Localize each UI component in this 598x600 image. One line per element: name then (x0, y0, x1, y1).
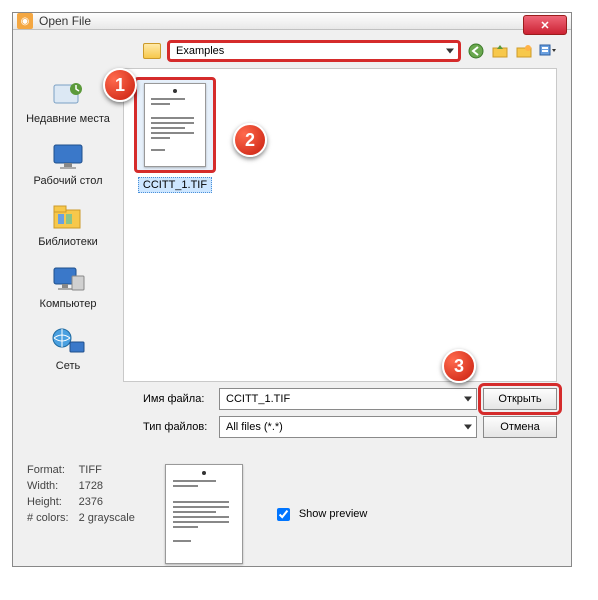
chevron-down-icon (464, 425, 472, 430)
file-thumbnail (134, 77, 216, 173)
meta-width-value: 1728 (79, 480, 135, 492)
places-label: Компьютер (40, 298, 97, 311)
cancel-button[interactable]: Отмена (483, 416, 557, 438)
filename-input[interactable]: CCITT_1.TIF (219, 388, 477, 410)
window-close-button[interactable]: ✕ (523, 15, 567, 35)
meta-width-label: Width: (27, 480, 69, 492)
meta-height-label: Height: (27, 496, 69, 508)
file-metadata: Format: TIFF Width: 1728 Height: 2376 # … (27, 464, 135, 524)
open-button-label: Открыть (498, 393, 541, 405)
titlebar: ◉ Open File ✕ (13, 13, 571, 30)
places-bar: Недавние места Рабочий стол Библиотеки К… (13, 68, 123, 382)
document-preview-icon (144, 83, 206, 167)
meta-format-value: TIFF (79, 464, 135, 476)
new-folder-button[interactable] (515, 42, 533, 60)
network-icon (50, 325, 86, 357)
preview-area: Format: TIFF Width: 1728 Height: 2376 # … (13, 456, 571, 578)
open-button-wrap: Открыть (483, 388, 557, 410)
filename-value: CCITT_1.TIF (226, 393, 290, 405)
look-in-value: Examples (176, 45, 224, 57)
step-badge-3: 3 (442, 349, 476, 383)
places-desktop[interactable]: Рабочий стол (23, 140, 113, 188)
places-label: Недавние места (26, 113, 110, 126)
back-button[interactable] (467, 42, 485, 60)
views-button[interactable] (539, 42, 557, 60)
recent-icon (50, 78, 86, 110)
file-list[interactable]: CCITT_1.TIF (123, 68, 557, 382)
filetype-combo[interactable]: All files (*.*) (219, 416, 477, 438)
places-network[interactable]: Сеть (23, 325, 113, 373)
places-computer[interactable]: Компьютер (23, 263, 113, 311)
meta-colors-value: 2 grayscale (79, 512, 135, 524)
up-one-level-button[interactable] (491, 42, 509, 60)
look-in-combo[interactable]: Examples (167, 40, 461, 62)
app-icon: ◉ (17, 13, 33, 29)
places-label: Библиотеки (38, 236, 98, 249)
places-label: Сеть (56, 360, 80, 373)
meta-colors-label: # colors: (27, 512, 69, 524)
chevron-down-icon (446, 49, 454, 54)
places-label: Рабочий стол (33, 175, 102, 188)
meta-format-label: Format: (27, 464, 69, 476)
fields-area: Имя файла: CCITT_1.TIF Открыть Тип файло… (13, 382, 571, 448)
desktop-icon (50, 140, 86, 172)
chevron-down-icon (464, 397, 472, 402)
preview-thumbnail (165, 464, 243, 564)
filetype-value: All files (*.*) (226, 421, 283, 433)
show-preview-label: Show preview (299, 508, 367, 520)
places-recent[interactable]: Недавние места (23, 78, 113, 126)
window-title: Open File (39, 14, 91, 28)
libraries-icon (50, 201, 86, 233)
filetype-label: Тип файлов: (143, 421, 213, 433)
cancel-button-label: Отмена (500, 421, 539, 433)
filename-label: Имя файла: (143, 393, 213, 405)
close-icon: ✕ (540, 19, 549, 32)
file-name-label: CCITT_1.TIF (138, 177, 212, 193)
file-item[interactable]: CCITT_1.TIF (132, 77, 218, 193)
open-button[interactable]: Открыть (483, 388, 557, 410)
body-area: Недавние места Рабочий стол Библиотеки К… (13, 68, 571, 382)
places-libraries[interactable]: Библиотеки (23, 201, 113, 249)
folder-icon (143, 43, 161, 59)
meta-height-value: 2376 (79, 496, 135, 508)
show-preview-checkbox[interactable] (277, 508, 290, 521)
computer-icon (50, 263, 86, 295)
nav-icons (467, 42, 557, 60)
step-badge-1: 1 (103, 68, 137, 102)
open-file-dialog: ◉ Open File ✕ Examples (12, 12, 572, 567)
path-toolbar: Examples (13, 30, 571, 68)
show-preview-row: Show preview (273, 505, 367, 524)
step-badge-2: 2 (233, 123, 267, 157)
